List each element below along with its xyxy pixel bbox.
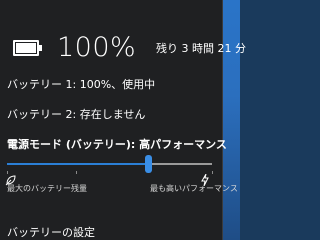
slider-track-filled bbox=[7, 163, 148, 165]
battery-full-icon bbox=[13, 40, 43, 58]
time-remaining: 残り 3 時間 21 分 bbox=[156, 42, 246, 55]
max-battery-caption: 最大のバッテリー残量 bbox=[7, 184, 87, 193]
power-mode-slider[interactable] bbox=[7, 154, 213, 174]
slider-track bbox=[148, 163, 212, 165]
battery-summary: 100% 残り 3 時間 21 分 bbox=[0, 30, 246, 70]
battery-flyout: 100% 残り 3 時間 21 分 バッテリー 1: 100%、使用中 バッテリ… bbox=[0, 0, 246, 240]
battery-percent: 100% bbox=[57, 32, 137, 63]
battery-1-status: バッテリー 1: 100%、使用中 bbox=[7, 78, 156, 91]
best-performance-caption: 最も高いパフォーマンス bbox=[150, 184, 238, 193]
battery-settings-link[interactable]: バッテリーの設定 bbox=[7, 226, 95, 240]
slider-thumb[interactable] bbox=[145, 155, 152, 173]
battery-2-status: バッテリー 2: 存在しません bbox=[7, 108, 146, 121]
power-mode-title: 電源モード (バッテリー): 高パフォーマンス bbox=[7, 138, 227, 151]
